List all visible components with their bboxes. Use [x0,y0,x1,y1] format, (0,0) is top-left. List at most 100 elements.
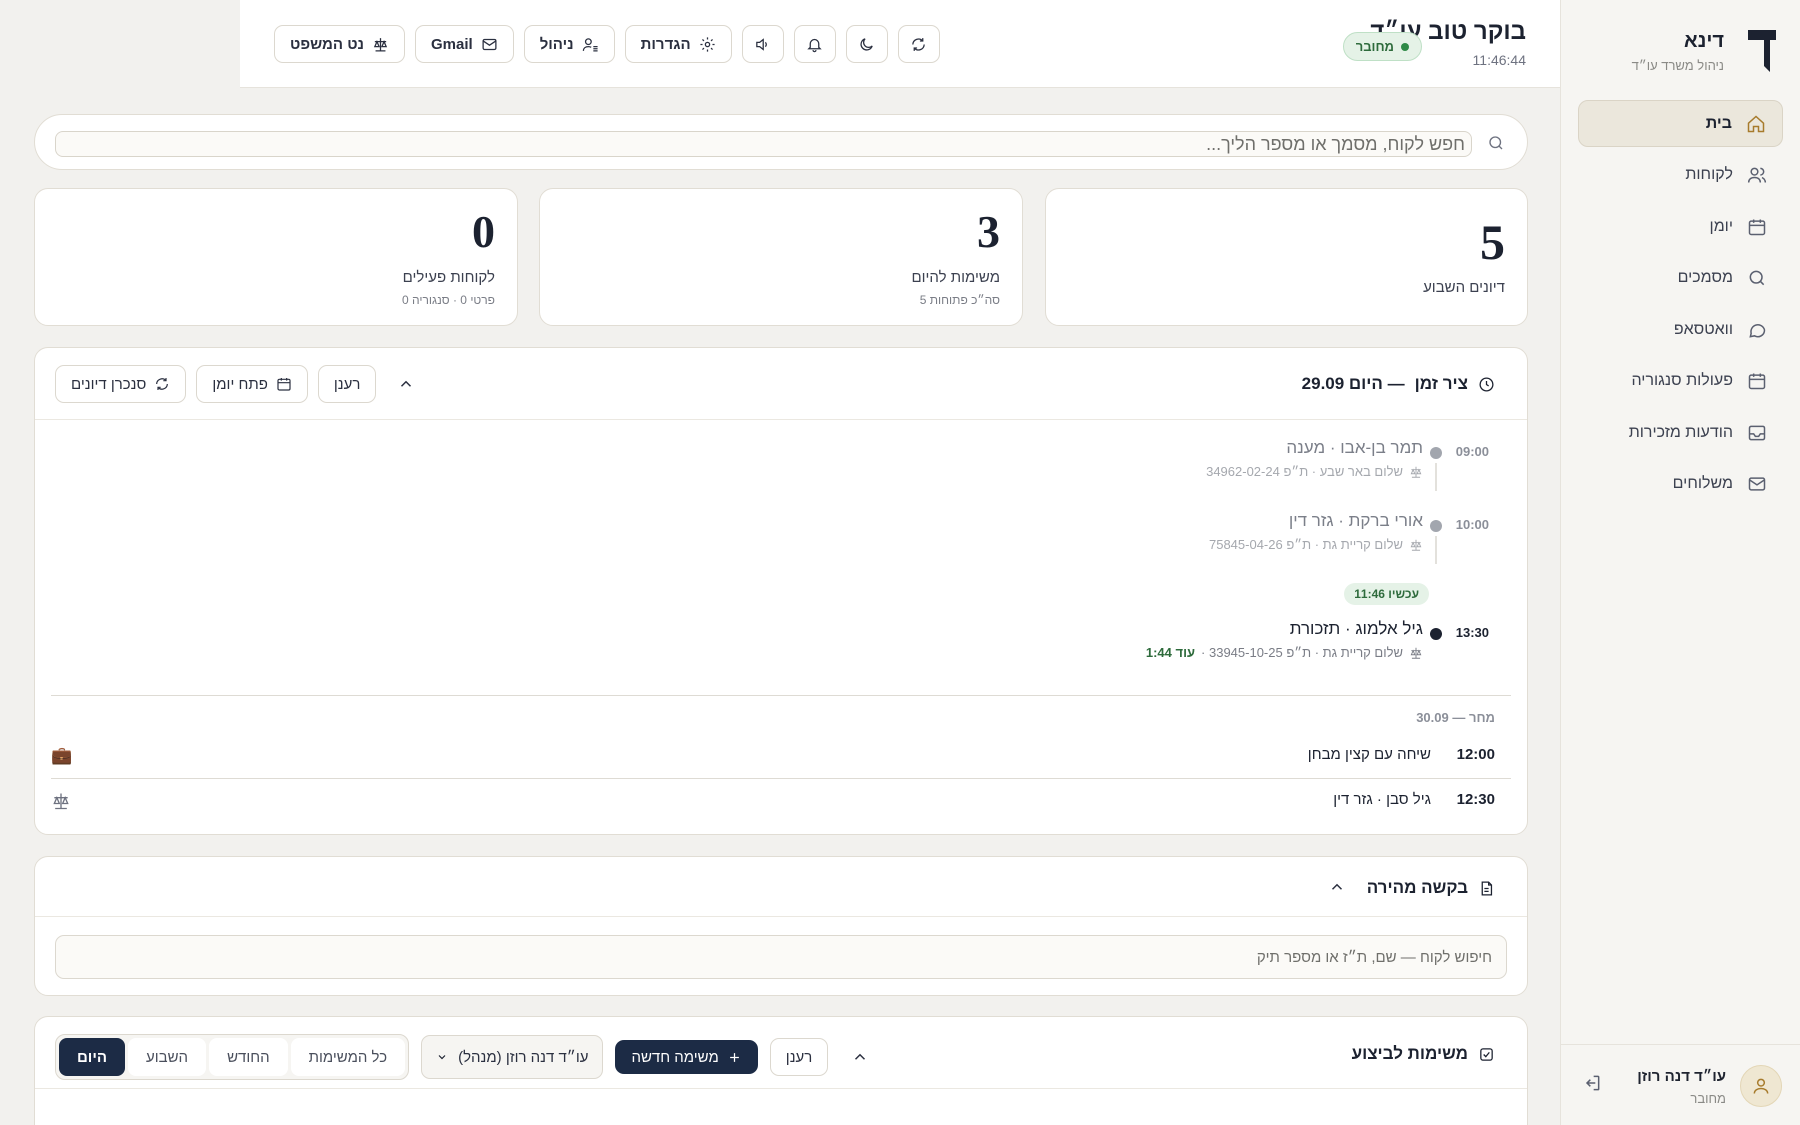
sidebar-item-label: לקוחות [1685,166,1733,183]
sidebar-item-secretary-messages[interactable]: הודעות מזכירות [1578,409,1783,456]
event-meta: שלום באר שבע · ת״פ 34962-02-24 [1206,464,1423,479]
sidebar-item-whatsapp[interactable]: וואטסאפ [1578,306,1783,353]
event-name: אורי ברקת · גזר דין [1288,511,1423,530]
event-time: 09:00 [1455,444,1489,459]
stat-value: 3 [977,206,1000,257]
tasks-title: משימות לביצוע [1352,1044,1495,1064]
new-task-button[interactable]: משימה חדשה [615,1040,758,1074]
quick-request-card: בקשה מהירה [34,856,1528,996]
quick-request-header: בקשה מהירה [35,857,1527,917]
stat-sub: סה״כ פתוחות 5 [919,293,1000,307]
event-time: 13:30 [1455,625,1489,640]
notifications-button[interactable] [793,25,836,63]
open-calendar-button[interactable]: פתח יומן [196,365,308,403]
item-name: גיל סבן · גזר דין [1333,791,1431,808]
tasks-card: משימות לביצוע היום השבוע החודש כל המשימו… [34,1016,1528,1125]
item-time: 12:30 [1456,791,1495,808]
tasks-title-text: משימות לביצוע [1351,1044,1468,1063]
status-dot [1401,42,1409,51]
chevron-down-icon [438,1055,446,1060]
item-time: 12:00 [1456,746,1495,763]
open-calendar-label: פתח יומן [212,375,268,393]
sidebar-item-documents[interactable]: מסמכים [1578,255,1783,302]
tab-week[interactable]: השבוע [128,1038,207,1076]
collapse-button[interactable] [386,365,426,403]
briefcase-icon: 💼 [51,746,73,765]
user-icon [1753,1078,1769,1094]
refresh-icon [156,378,169,390]
tab-month[interactable]: החודש [209,1038,288,1076]
sync-hearings-button[interactable]: סנכרן דיונים [55,365,187,403]
stat-card-clients[interactable]: 0 לקוחות פעילים פרטי 0 · סנגוריה 0 [34,188,518,326]
search-icon [1489,136,1503,150]
clock-icon [1479,376,1494,392]
task-period-tabs: היום השבוע החודש כל המשימות [55,1034,410,1080]
clock: 11:46:44 [1472,52,1526,68]
sidebar-item-defense-actions[interactable]: פעולות סנגוריה [1578,358,1783,405]
chevron-up-icon [401,380,412,387]
bell-icon [807,38,822,52]
home-icon [1747,114,1765,132]
quick-title-text: בקשה מהירה [1366,878,1468,897]
timeline-actions: סנכרן דיונים פתח יומן רענן [55,365,426,403]
refresh-page-button[interactable] [897,25,940,63]
timeline-title: ציר זמן — היום 29.09 [1302,374,1495,394]
dark-mode-button[interactable] [845,25,888,63]
tomorrow-label: מחר — 30.09 [1416,710,1495,725]
timeline-card: ציר זמן — היום 29.09 סנכרן דיונים פתח יו… [34,347,1528,835]
sidebar-item-deliveries[interactable]: משלוחים [1578,461,1783,508]
sidebar-item-calendar[interactable]: יומן [1578,203,1783,250]
event-name: גיל אלמוג · תזכורת [1289,619,1423,638]
stat-label: דיונים השבוע [1423,279,1505,296]
calendar-icon [1748,373,1766,390]
sidebar-item-clients[interactable]: לקוחות [1578,152,1783,199]
sidebar-item-home[interactable]: בית [1578,100,1783,147]
scale-icon [1410,647,1422,659]
scale-icon [51,791,71,811]
tab-all[interactable]: כל המשימות [290,1038,406,1076]
event-connector [1435,463,1437,491]
gmail-button[interactable]: Gmail [415,25,514,63]
now-badge: עכשיו 11:46 [1344,583,1429,605]
event-meta-text: שלום באר שבע · ת״פ 34962-02-24 [1206,464,1403,479]
timeline-date: — היום 29.09 [1301,374,1405,393]
search-input[interactable] [55,131,1472,157]
sound-button[interactable] [741,25,784,63]
logout-icon[interactable] [1582,1073,1602,1093]
collapse-button[interactable] [1317,868,1357,906]
logo-icon [1748,30,1776,72]
assignee-value: עו״ד דנה רוזן (מנהל) [458,1048,589,1066]
client-search-input[interactable] [55,935,1507,979]
sidebar-item-label: מסמכים [1677,269,1733,286]
stat-card-hearings[interactable]: 5 דיונים השבוע [1045,188,1528,326]
settings-label: הגדרות [640,35,691,53]
list-item[interactable]: 12:30 גיל סבן · גזר דין [51,779,1511,823]
scale-icon [373,37,388,52]
settings-button[interactable]: הגדרות [624,25,732,63]
assignee-select[interactable]: עו״ד דנה רוזן (מנהל) [421,1035,604,1079]
stat-card-tasks[interactable]: 3 משימות להיום סה״כ פתוחות 5 [539,188,1023,326]
stat-label: משימות להיום [911,269,1000,286]
netmishpat-button[interactable]: נט המשפט [274,25,406,63]
refresh-button[interactable]: רענן [317,365,377,403]
brand-name: דינא [1684,30,1724,52]
status-badge: מחובר [1342,32,1422,61]
checkbox-icon [1480,1047,1493,1061]
list-item[interactable]: 12:00 שיחה עם קצין מבחן 💼 [51,734,1511,778]
user-name: עו״ד דנה רוזן [1637,1068,1726,1085]
avatar[interactable] [1740,1065,1782,1107]
manage-button[interactable]: ניהול [523,25,615,63]
event-meta-text: שלום קריית גת · ת״פ 33945-10-25 · [1201,645,1403,660]
event-remaining: עוד 1:44 [1145,645,1196,660]
stat-value: 5 [1480,214,1505,270]
event-dot [1430,520,1442,532]
collapse-button[interactable] [840,1038,880,1076]
brand: דינא ניהול משרד עו״ד [1581,26,1780,82]
plus-icon [729,1052,739,1062]
user-settings-icon [582,37,598,52]
refresh-button[interactable]: רענן [769,1038,829,1076]
tab-today[interactable]: היום [59,1038,125,1076]
stat-sub: פרטי 0 · סנגוריה 0 [401,293,495,307]
refresh-icon [912,37,925,51]
event-meta: שלום קריית גת · ת״פ 33945-10-25 · עוד 1:… [1146,645,1423,660]
